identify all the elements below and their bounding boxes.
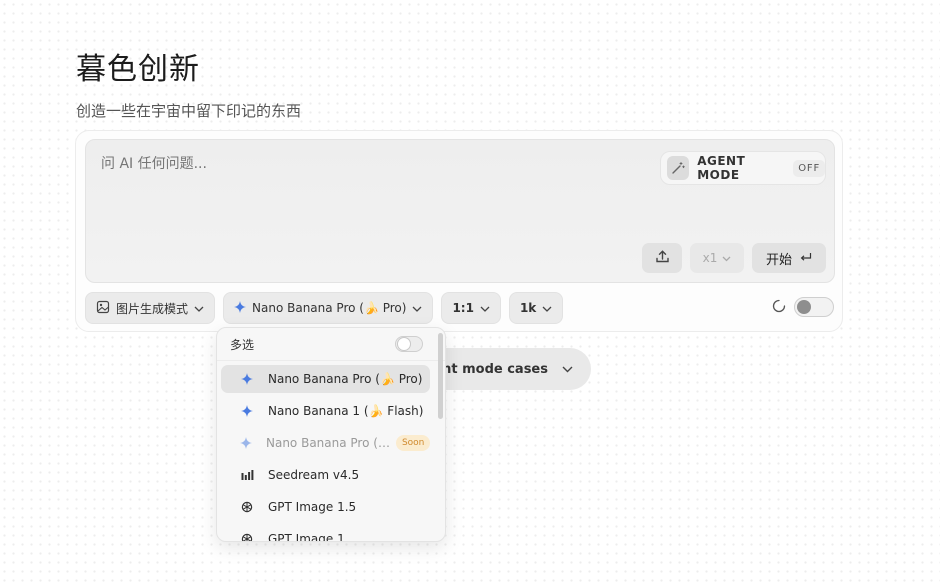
prompt-actions: x1 开始 [642, 243, 826, 273]
image-icon [96, 300, 110, 317]
aspect-ratio-select[interactable]: 1:1 [441, 292, 501, 324]
openai-knot-icon [240, 533, 254, 541]
prompt-input[interactable] [101, 156, 601, 172]
toolbar-right [772, 297, 834, 317]
enter-key-icon [800, 251, 812, 266]
resolution-select[interactable]: 1k [508, 292, 564, 324]
model-label: Nano Banana Pro (🍌 Pro) [252, 301, 407, 315]
multi-select-toggle[interactable] [395, 336, 423, 352]
model-option-label: Nano Banana 1 (🍌 Flash) [268, 404, 424, 418]
model-option-label: Nano Banana Pro (… [266, 436, 390, 450]
page-title: 暮色创新 [76, 52, 200, 87]
model-option-label: GPT Image 1 [268, 532, 345, 542]
chevron-down-icon [412, 301, 422, 315]
composer-toolbar: 图片生成模式 Nano Banana Pro (🍌 Pro) 1:1 1k [85, 292, 564, 324]
gemini-sparkle-icon [240, 373, 254, 385]
model-select[interactable]: Nano Banana Pro (🍌 Pro) [223, 292, 434, 324]
page-subtitle: 创造一些在宇宙中留下印记的东西 [76, 102, 302, 120]
model-option-nano-banana-pro-soon: Nano Banana Pro (… Soon [221, 429, 431, 457]
agent-mode-label: AGENT MODE [697, 154, 746, 182]
mode-select[interactable]: 图片生成模式 [85, 292, 216, 324]
prompt-area[interactable]: AGENT MODE OFF x1 开始 [85, 139, 835, 283]
model-option-seedream[interactable]: Seedream v4.5 [221, 461, 430, 489]
aspect-ratio-label: 1:1 [452, 301, 474, 315]
gemini-sparkle-icon [234, 300, 247, 316]
model-option-gpt-image-1[interactable]: GPT Image 1 [221, 525, 430, 542]
multi-select-label: 多选 [230, 337, 255, 352]
start-label: 开始 [765, 252, 792, 268]
model-option-nano-banana-pro[interactable]: Nano Banana Pro (🍌 Pro) [221, 365, 430, 393]
chevron-down-icon [722, 251, 731, 265]
count-label: x1 [702, 251, 718, 265]
chevron-down-icon [562, 362, 573, 377]
upload-button[interactable] [642, 243, 682, 273]
model-option-nano-banana-1[interactable]: Nano Banana 1 (🍌 Flash) [221, 397, 430, 425]
mode-label: 图片生成模式 [116, 301, 189, 316]
openai-knot-icon [240, 501, 254, 513]
feature-toggle[interactable] [794, 297, 834, 317]
loading-spinner-icon [772, 298, 786, 317]
multi-select-row: 多选 [217, 328, 445, 361]
start-button[interactable]: 开始 [752, 243, 826, 273]
cases-label: ent mode cases [433, 361, 548, 377]
model-option-label: Nano Banana Pro (🍌 Pro) [268, 372, 423, 386]
gemini-sparkle-icon [240, 405, 254, 417]
count-select[interactable]: x1 [690, 243, 744, 273]
model-option-gpt-image-1-5[interactable]: GPT Image 1.5 [221, 493, 430, 521]
composer-panel: AGENT MODE OFF x1 开始 图片生成模式 [75, 130, 843, 332]
dropdown-scrollbar[interactable] [438, 333, 443, 419]
chevron-down-icon [480, 301, 490, 315]
model-dropdown: 多选 Nano Banana Pro (🍌 Pro) Nano Banana 1… [216, 327, 446, 542]
hero: 暮色创新 创造一些在宇宙中留下印记的东西 [76, 44, 301, 121]
model-option-label: Seedream v4.5 [268, 468, 360, 482]
resolution-label: 1k [519, 301, 537, 315]
magic-wand-icon [667, 156, 690, 180]
model-list: Nano Banana Pro (🍌 Pro) Nano Banana 1 (🍌… [217, 361, 445, 542]
gemini-sparkle-icon [240, 437, 252, 449]
agent-mode-toggle[interactable]: AGENT MODE OFF [660, 151, 826, 185]
toggle-knob [398, 338, 410, 350]
chevron-down-icon [542, 301, 552, 315]
bytedance-bars-icon [240, 470, 254, 480]
upload-icon [655, 249, 670, 268]
agent-mode-state-badge: OFF [793, 159, 825, 177]
chevron-down-icon [194, 301, 204, 315]
toggle-knob [797, 300, 811, 314]
soon-badge: Soon [395, 435, 431, 451]
model-option-label: GPT Image 1.5 [268, 500, 357, 514]
